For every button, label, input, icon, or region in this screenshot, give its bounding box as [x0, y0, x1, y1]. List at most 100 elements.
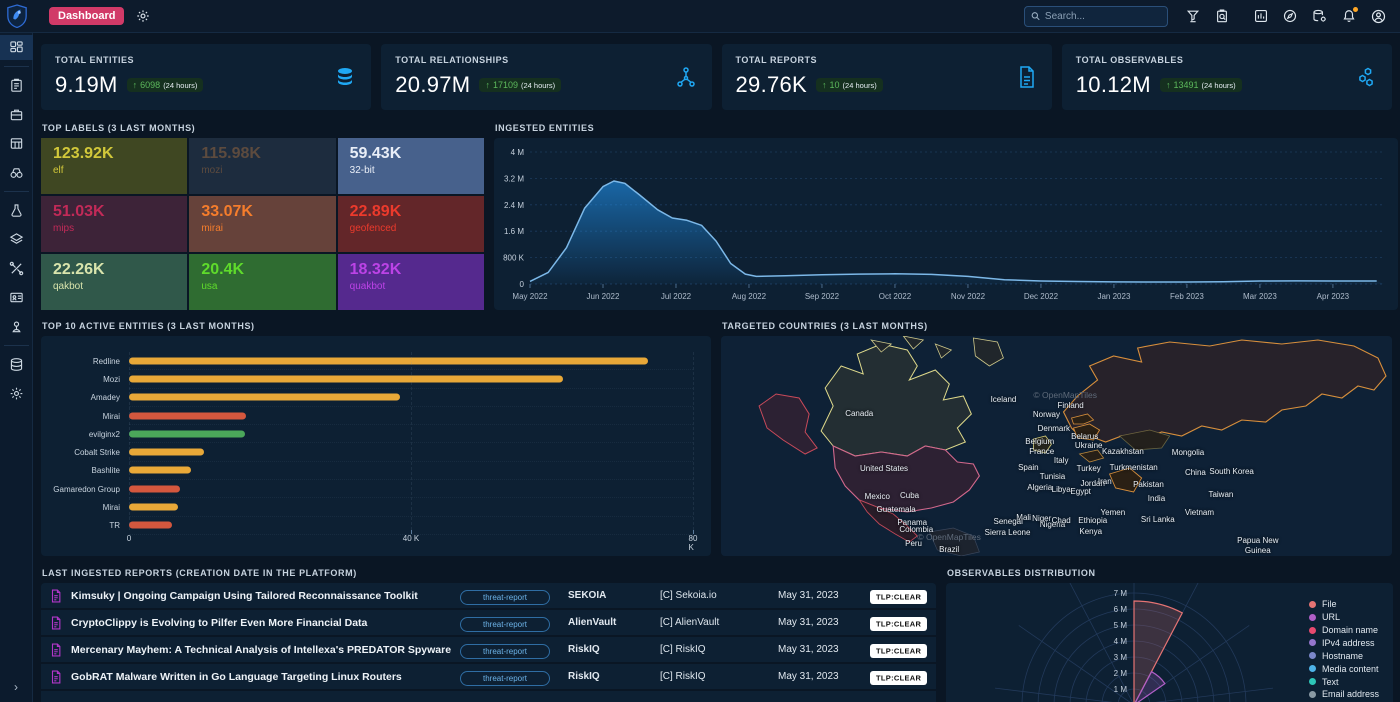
- top-label-tile[interactable]: 115.98Kmozi: [189, 138, 335, 194]
- report-row-partial[interactable]: [41, 691, 936, 702]
- bar-chart-x-axis: 040 K80 K: [129, 534, 693, 548]
- map-country-label: Turkey: [1077, 464, 1101, 474]
- tile-label: quakbot: [350, 281, 472, 292]
- account-icon[interactable]: [1371, 9, 1386, 24]
- targeted-countries-title: TARGETED COUNTRIES (3 LAST MONTHS): [722, 321, 1392, 331]
- legend-dot: [1309, 614, 1316, 621]
- report-marking: TLP:CLEAR: [870, 668, 936, 686]
- report-type-chip: threat-report: [460, 617, 550, 632]
- notifications-icon[interactable]: [1342, 9, 1356, 23]
- svg-text:7 M: 7 M: [1114, 589, 1128, 598]
- bar-category-label: evilginx2: [49, 430, 129, 439]
- legend-dot: [1309, 665, 1316, 672]
- stat-card-total-reports[interactable]: TOTAL REPORTS 29.76K ↑ 10 (24 hours): [722, 44, 1052, 110]
- sidebar-item-dashboard[interactable]: [0, 35, 33, 60]
- stat-card-total-entities[interactable]: TOTAL ENTITIES 9.19M ↑ 6098 (24 hours): [41, 44, 371, 110]
- report-row[interactable]: CryptoClippy is Evolving to Pilfer Even …: [41, 610, 936, 637]
- tile-label: mips: [53, 223, 175, 234]
- top-label-tile[interactable]: 18.32Kquakbot: [338, 254, 484, 310]
- insights-icon[interactable]: [1254, 9, 1268, 23]
- sidebar-item-events[interactable]: [0, 131, 33, 156]
- bar-chart-row: evilginx2: [49, 425, 693, 443]
- top-label-tile[interactable]: 22.26Kqakbot: [41, 254, 187, 310]
- bar-chart-row: Mirai: [49, 498, 693, 516]
- map-country-label: South Korea: [1209, 467, 1253, 477]
- top-labels-grid: 123.92Kelf115.98Kmozi59.43K32-bit 51.03Km…: [41, 138, 484, 310]
- stat-cards-row: TOTAL ENTITIES 9.19M ↑ 6098 (24 hours) T…: [41, 44, 1392, 110]
- map-country-label: Mongolia: [1172, 448, 1204, 458]
- map-country-label: Sierra Leone: [985, 528, 1031, 538]
- report-title: Kimsuky | Ongoing Campaign Using Tailore…: [71, 590, 460, 602]
- stat-card-total-relationships[interactable]: TOTAL RELATIONSHIPS 20.97M ↑ 17109 (24 h…: [381, 44, 711, 110]
- clipboard-search-icon[interactable]: [1215, 9, 1229, 23]
- techniques-icon: [9, 261, 24, 276]
- sidebar-item-arsenal[interactable]: [0, 227, 33, 252]
- report-row[interactable]: GobRAT Malware Written in Go Language Ta…: [41, 664, 936, 691]
- report-type-chip-wrap: threat-report: [460, 641, 568, 659]
- report-author: AlienVault: [568, 617, 660, 628]
- svg-text:3 M: 3 M: [1114, 653, 1128, 662]
- opencti-logo-icon[interactable]: [0, 4, 33, 28]
- legend-label: IPv4 address: [1322, 638, 1375, 648]
- bar: [129, 504, 178, 511]
- svg-text:5 M: 5 M: [1114, 621, 1128, 630]
- explore-icon[interactable]: [1283, 9, 1297, 23]
- top-label-tile[interactable]: 123.92Kelf: [41, 138, 187, 194]
- sidebar-item-techniques[interactable]: [0, 256, 33, 281]
- sidebar-item-analyses[interactable]: [0, 73, 33, 98]
- search-input[interactable]: [1045, 11, 1161, 22]
- top-label-tile[interactable]: 51.03Kmips: [41, 196, 187, 252]
- data-sharing-icon[interactable]: [1312, 9, 1327, 23]
- targeted-countries-map[interactable]: CanadaUnited StatesMexicoCubaGuatemalaPa…: [721, 336, 1392, 556]
- svg-text:2.4 M: 2.4 M: [504, 201, 524, 210]
- top-labels-section: TOP LABELS (3 LAST MONTHS) 123.92Kelf115…: [41, 123, 484, 310]
- top-label-tile[interactable]: 22.89Kgeofenced: [338, 196, 484, 252]
- locations-icon: [9, 319, 24, 334]
- map-country-label: Papua New Guinea: [1237, 536, 1278, 556]
- sidebar-item-cases[interactable]: [0, 102, 33, 127]
- sidebar-collapse-chevron-icon[interactable]: ›: [14, 680, 18, 694]
- legend-dot: [1309, 678, 1316, 685]
- report-marking: TLP:CLEAR: [870, 587, 936, 605]
- bar: [129, 357, 648, 364]
- legend-item: Hostname: [1309, 652, 1379, 661]
- delta-up-arrow-icon: ↑: [485, 80, 490, 90]
- map-attribution: © OpenMapTiles: [1033, 390, 1097, 400]
- reports-list: Kimsuky | Ongoing Campaign Using Tailore…: [41, 583, 936, 702]
- map-country-label: Ethiopia: [1078, 516, 1107, 526]
- last-ingested-reports-title: LAST INGESTED REPORTS (CREATION DATE IN …: [42, 568, 936, 578]
- sidebar-item-threats[interactable]: [0, 198, 33, 223]
- top-label-tile[interactable]: 33.07Kmirai: [189, 196, 335, 252]
- report-marking: TLP:CLEAR: [870, 614, 936, 632]
- sidebar-item-settings[interactable]: [0, 381, 33, 406]
- top-label-tile[interactable]: 59.43K32-bit: [338, 138, 484, 194]
- stat-label: TOTAL REPORTS: [736, 55, 1038, 65]
- svg-text:Oct 2022: Oct 2022: [879, 292, 912, 301]
- search-icon: [1031, 11, 1040, 21]
- dashboard-settings-gear-icon[interactable]: [136, 9, 150, 23]
- report-row[interactable]: Mercenary Mayhem: A Technical Analysis o…: [41, 637, 936, 664]
- tile-value: 59.43K: [350, 145, 472, 163]
- top-active-entities-title: TOP 10 ACTIVE ENTITIES (3 LAST MONTHS): [42, 321, 711, 331]
- sidebar-item-entities[interactable]: [0, 285, 33, 310]
- map-country-label: Sri Lanka: [1141, 515, 1175, 525]
- sidebar-item-locations[interactable]: [0, 314, 33, 339]
- report-author: RiskIQ: [568, 644, 660, 655]
- bar-grid-line: [129, 352, 130, 530]
- report-type-chip: threat-report: [460, 671, 550, 686]
- map-country-label: Canada: [845, 409, 873, 419]
- sidebar-item-data[interactable]: [0, 352, 33, 377]
- map-country-label: Belgium: [1025, 437, 1054, 447]
- tlp-clear-badge: TLP:CLEAR: [870, 644, 927, 658]
- stat-delta: ↑ 6098 (24 hours): [127, 78, 204, 92]
- dashboard-chip[interactable]: Dashboard: [49, 7, 124, 25]
- report-creator: [C] RiskIQ: [660, 671, 778, 682]
- filter-icon[interactable]: [1186, 9, 1200, 23]
- bar: [129, 412, 246, 419]
- stat-card-total-observables[interactable]: TOTAL OBSERVABLES 10.12M ↑ 13491 (24 hou…: [1062, 44, 1392, 110]
- search-box[interactable]: [1024, 6, 1168, 27]
- report-row[interactable]: Kimsuky | Ongoing Campaign Using Tailore…: [41, 583, 936, 610]
- bar: [129, 449, 204, 456]
- top-label-tile[interactable]: 20.4Kusa: [189, 254, 335, 310]
- sidebar-item-observations[interactable]: [0, 160, 33, 185]
